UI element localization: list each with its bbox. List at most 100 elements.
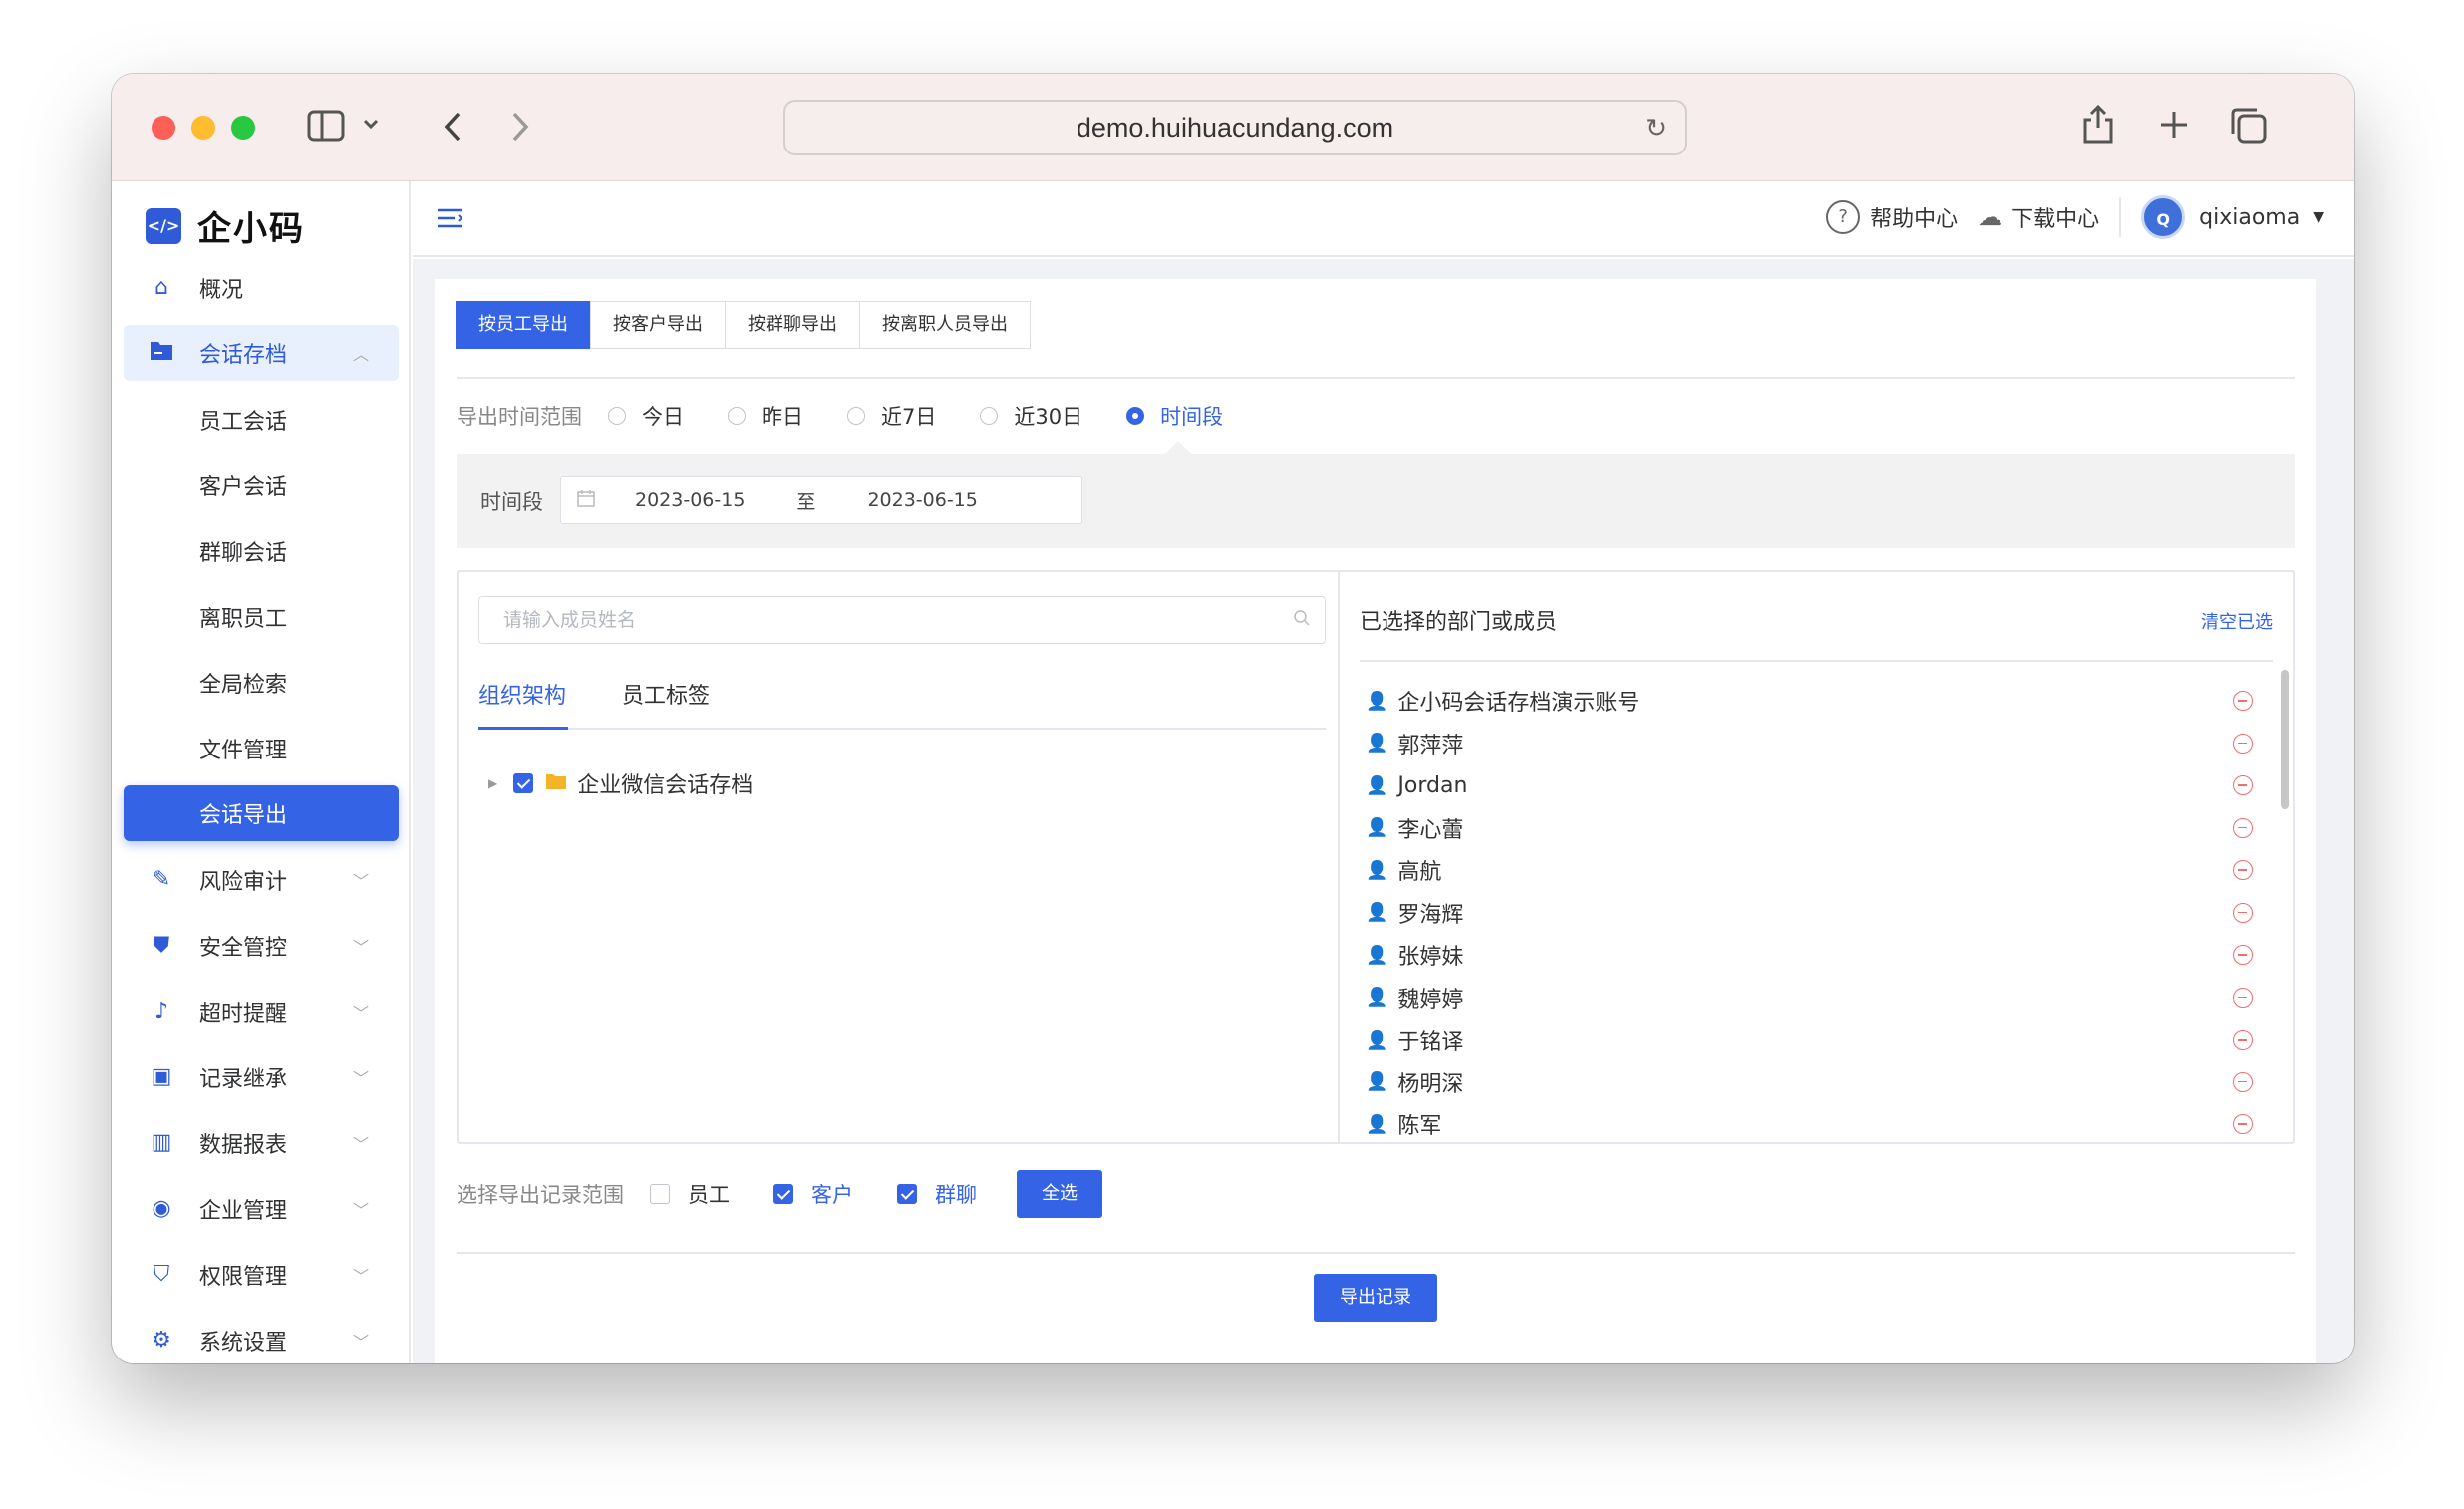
- sidebar-item-record-inherit[interactable]: ▣ 记录继承 ﹀: [112, 1045, 411, 1110]
- sidebar-subitem-group-chat[interactable]: 群聊会话: [112, 518, 411, 584]
- date-range-picker[interactable]: 2023-06-15 至 2023-06-15: [560, 476, 1082, 524]
- tree-node-checkbox[interactable]: [513, 773, 534, 793]
- menu-collapse-icon[interactable]: [437, 203, 463, 236]
- member-selector: 请输入成员姓名 组织架构 员工标签 ▶ 企业微信会话存档 已选择的部门或成员 清…: [457, 570, 2295, 1144]
- radio-last-7-days[interactable]: 近7日: [847, 401, 936, 431]
- app-logo[interactable]: </> 企小码: [146, 201, 305, 250]
- radio-custom-period[interactable]: 时间段: [1126, 401, 1223, 431]
- chevron-down-icon: ﹀: [352, 1004, 369, 1023]
- sidebar-subitem-resigned-employee[interactable]: 离职员工: [112, 584, 411, 650]
- tab-export-by-customer[interactable]: 按客户导出: [590, 301, 726, 349]
- share-icon[interactable]: [2081, 102, 2115, 150]
- sidebar-item-label: 概况: [199, 278, 244, 303]
- end-date[interactable]: 2023-06-15: [867, 489, 977, 511]
- sidebar-item-data-report[interactable]: ▥ 数据报表 ﹀: [112, 1110, 411, 1176]
- tab-export-by-group[interactable]: 按群聊导出: [725, 301, 860, 349]
- list-item: 👤 郭萍萍: [1342, 723, 2279, 765]
- sidebar-subitem-file-management[interactable]: 文件管理: [112, 716, 411, 781]
- sidebar-item-session-archive[interactable]: 会话存档 ︿: [124, 325, 399, 381]
- member-search-input[interactable]: 请输入成员姓名: [478, 596, 1326, 644]
- checkbox-label: 客户: [811, 1183, 853, 1207]
- minimize-window-button[interactable]: [191, 116, 215, 140]
- tab-employee-tags[interactable]: 员工标签: [622, 678, 710, 710]
- help-center-link[interactable]: ? 帮助中心: [1826, 200, 1958, 234]
- member-name: 杨明深: [1397, 1071, 1464, 1097]
- chart-icon: ▥: [151, 1130, 172, 1155]
- checkbox-employee[interactable]: 员工: [650, 1179, 730, 1209]
- caret-right-icon[interactable]: ▶: [488, 776, 497, 790]
- remove-icon[interactable]: [2233, 817, 2253, 838]
- user-icon: 👤: [1366, 1113, 1388, 1135]
- logo-text: 企小码: [197, 209, 305, 249]
- new-tab-icon[interactable]: [2159, 110, 2189, 144]
- chevron-down-icon: ﹀: [352, 1069, 369, 1088]
- sidebar-item-system-settings[interactable]: ⚙ 系统设置 ﹀: [112, 1308, 411, 1363]
- help-icon: ?: [1826, 200, 1861, 234]
- sidebar-item-label: 安全管控: [199, 936, 288, 961]
- remove-icon[interactable]: [2233, 1071, 2253, 1092]
- radio-dot: [980, 407, 999, 425]
- sidebar-item-permission-management[interactable]: ⛉ 权限管理 ﹀: [112, 1242, 411, 1308]
- sidebar-subitem-session-export[interactable]: 会话导出: [124, 785, 399, 841]
- clear-selection-link[interactable]: 清空已选: [2201, 608, 2273, 634]
- sidebar-item-risk-audit[interactable]: ✎ 风险审计 ﹀: [112, 847, 411, 913]
- page-scrollbar[interactable]: [2344, 445, 2352, 1363]
- remove-icon[interactable]: [2233, 1030, 2253, 1051]
- sidebar-item-label: 权限管理: [199, 1265, 288, 1290]
- checkbox-customer[interactable]: 客户: [773, 1179, 853, 1209]
- close-window-button[interactable]: [152, 116, 175, 140]
- radio-label: 今日: [642, 405, 684, 429]
- gear-icon: ⚙: [152, 1328, 171, 1353]
- reload-icon[interactable]: ↻: [1645, 102, 1667, 153]
- audit-icon: ✎: [152, 867, 171, 892]
- tab-org-structure[interactable]: 组织架构: [478, 678, 566, 710]
- export-records-button[interactable]: 导出记录: [1314, 1274, 1437, 1322]
- checkbox-label: 员工: [688, 1183, 730, 1207]
- select-all-button[interactable]: 全选: [1017, 1170, 1102, 1218]
- sidebar-subitem-global-search[interactable]: 全局检索: [112, 650, 411, 716]
- sidebar-item-timeout-reminder[interactable]: ♪ 超时提醒 ﹀: [112, 979, 411, 1045]
- list-scrollbar[interactable]: [2281, 670, 2289, 809]
- url-text: demo.huihuacundang.com: [1076, 113, 1394, 143]
- remove-icon[interactable]: [2233, 902, 2253, 923]
- tab-overview-icon[interactable]: [2229, 106, 2269, 150]
- download-center-link[interactable]: ☁ 下载中心: [1978, 201, 2099, 233]
- radio-today[interactable]: 今日: [608, 401, 684, 431]
- record-scope-row: 选择导出记录范围 员工 客户 群聊 全选: [457, 1170, 1102, 1218]
- remove-icon[interactable]: [2233, 775, 2253, 796]
- sidebar-item-overview[interactable]: ⌂ 概况: [112, 255, 411, 321]
- sidebar: </> 企小码 ⌂ 概况 会话存档 ︿ 员工会话 客户会话 群聊会话 离职员工 …: [112, 181, 411, 1363]
- start-date[interactable]: 2023-06-15: [635, 489, 745, 511]
- remove-icon[interactable]: [2233, 1114, 2253, 1135]
- radio-last-30-days[interactable]: 近30日: [980, 401, 1082, 431]
- back-icon[interactable]: [441, 110, 464, 148]
- forward-icon[interactable]: [508, 110, 532, 148]
- remove-icon[interactable]: [2233, 987, 2253, 1008]
- sidebar-item-security-control[interactable]: ⛊ 安全管控 ﹀: [112, 913, 411, 979]
- sidebar-item-enterprise-management[interactable]: ◉ 企业管理 ﹀: [112, 1176, 411, 1242]
- remove-icon[interactable]: [2233, 945, 2253, 966]
- remove-icon[interactable]: [2233, 860, 2253, 881]
- radio-yesterday[interactable]: 昨日: [728, 401, 803, 431]
- tab-export-by-resigned[interactable]: 按离职人员导出: [859, 301, 1031, 349]
- checkbox-box: [773, 1184, 793, 1204]
- tree-node-root[interactable]: ▶ 企业微信会话存档: [488, 767, 753, 799]
- sidebar-toggle-icon[interactable]: [307, 108, 347, 148]
- remove-icon[interactable]: [2233, 733, 2253, 754]
- checkbox-group-chat[interactable]: 群聊: [897, 1179, 977, 1209]
- sidebar-subitem-customer-chat[interactable]: 客户会话: [112, 453, 411, 518]
- radio-label: 近7日: [881, 405, 937, 429]
- sidebar-subitem-employee-chat[interactable]: 员工会话: [112, 387, 411, 453]
- export-type-tabs: 按员工导出 按客户导出 按群聊导出 按离职人员导出: [456, 301, 1031, 349]
- maximize-window-button[interactable]: [231, 116, 255, 140]
- user-menu[interactable]: Q qixiaoma ▼: [2141, 195, 2324, 239]
- search-icon[interactable]: [1293, 597, 1311, 643]
- user-icon: 👤: [1366, 859, 1388, 881]
- chevron-down-icon[interactable]: [361, 114, 381, 138]
- address-bar[interactable]: demo.huihuacundang.com ↻: [783, 100, 1687, 155]
- remove-icon[interactable]: [2233, 691, 2253, 712]
- member-name: 魏婷婷: [1397, 987, 1464, 1013]
- tab-export-by-employee[interactable]: 按员工导出: [456, 301, 591, 349]
- member-source-tabs: 组织架构 员工标签: [478, 668, 1326, 730]
- permission-icon: ⛉: [153, 1262, 170, 1287]
